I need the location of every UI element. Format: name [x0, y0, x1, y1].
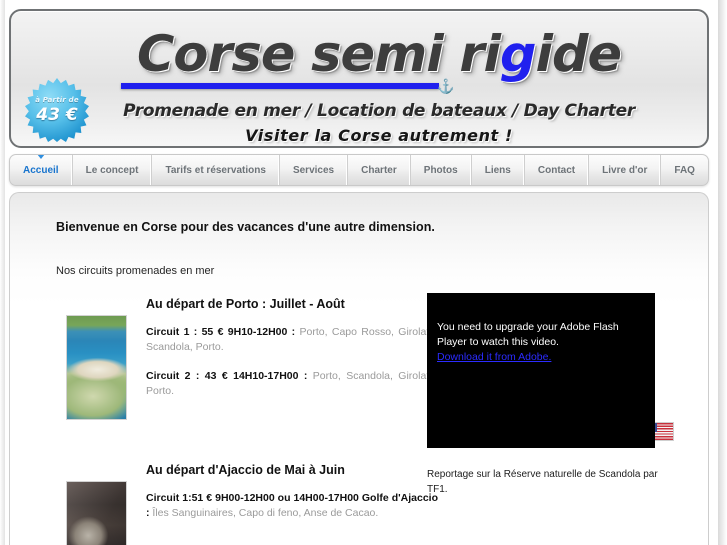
flash-upgrade-message: You need to upgrade your Adobe Flash Pla… [437, 320, 637, 365]
badge-top-label: à Partir de [35, 96, 79, 104]
nav-item-label: Livre d'or [602, 164, 648, 176]
nav-item-livre-dor[interactable]: Livre d'or [589, 155, 662, 185]
active-tab-pointer-icon [36, 155, 45, 159]
nav-item-photos[interactable]: Photos [411, 155, 472, 185]
page-gutter-left [0, 0, 5, 545]
nav-item-label: Contact [537, 164, 576, 176]
logo-text-before: Corse semi ri [136, 25, 501, 83]
header-tagline-secondary: Visiter la Corse autrement ! [245, 126, 513, 145]
logo-text-accent: g [499, 25, 537, 83]
header-tagline-primary: Promenade en mer / Location de bateaux /… [123, 101, 635, 121]
page-root: à Partir de 43 € Corse semi rigide ⚓ Pro… [0, 0, 727, 545]
video-caption: Reportage sur la Réserve naturelle de Sc… [427, 469, 658, 495]
circuit-line-bold: Circuit 2 : 43 € 14H10-17H00 : [146, 370, 308, 382]
section-subtitle: Nos circuits promenades en mer [56, 265, 215, 277]
flash-video-player[interactable]: You need to upgrade your Adobe Flash Pla… [427, 293, 655, 448]
nav-item-tarifs-reservations[interactable]: Tarifs et réservations [152, 155, 280, 185]
main-navigation: Accueil Le concept Tarifs et réservation… [9, 154, 709, 186]
nav-item-label: FAQ [674, 164, 695, 176]
circuit-line: Circuit 1 : 55 € 9H10-12H00 : Porto, Cap… [146, 325, 438, 355]
content-panel: Bienvenue en Corse pour des vacances d'u… [9, 192, 709, 545]
circuit-line-rest: Îles Sanguinaires, Capo di feno, Anse de… [149, 507, 379, 519]
nav-item-faq[interactable]: FAQ [661, 155, 708, 185]
circuit-line: Circuit 1:51 € 9H00-12H00 ou 14H00-17H00… [146, 491, 438, 521]
nav-item-label: Liens [484, 164, 511, 176]
download-flash-link[interactable]: Download it from Adobe. [437, 350, 551, 365]
nav-item-label: Tarifs et réservations [165, 164, 266, 176]
site-header: à Partir de 43 € Corse semi rigide ⚓ Pro… [9, 9, 709, 148]
price-badge: à Partir de 43 € [25, 78, 89, 142]
logo-text: Corse semi rigide [93, 23, 664, 85]
nav-item-le-concept[interactable]: Le concept [73, 155, 153, 185]
nav-item-label: Accueil [23, 164, 59, 176]
circuit-title: Au départ d'Ajaccio de Mai à Juin [146, 463, 345, 477]
anchor-icon: ⚓ [437, 78, 455, 94]
nav-item-label: Charter [361, 164, 397, 176]
thumbnail-image [67, 482, 126, 545]
circuit-line-bold: Circuit 1 : 55 € 9H10-12H00 : [146, 326, 296, 338]
nav-item-label: Photos [423, 164, 458, 176]
circuit-thumbnail-ajaccio[interactable] [66, 481, 127, 545]
logo-underline-bar [121, 83, 439, 89]
nav-item-liens[interactable]: Liens [472, 155, 525, 185]
page-gutter-right [718, 0, 727, 545]
nav-item-accueil[interactable]: Accueil [10, 155, 73, 185]
nav-item-contact[interactable]: Contact [525, 155, 590, 185]
badge-price-label: 43 € [36, 105, 78, 125]
circuit-line: Circuit 2 : 43 € 14H10-17H00 : Porto, Sc… [146, 369, 438, 399]
nav-item-services[interactable]: Services [280, 155, 349, 185]
circuit-thumbnail-porto[interactable] [66, 315, 127, 420]
nav-item-charter[interactable]: Charter [348, 155, 411, 185]
nav-item-label: Le concept [85, 164, 139, 176]
page-title: Bienvenue en Corse pour des vacances d'u… [56, 220, 435, 234]
logo-text-after: ide [535, 25, 622, 83]
thumbnail-image [67, 316, 126, 419]
site-logo: Corse semi rigide ⚓ [99, 25, 659, 94]
flash-message-text: You need to upgrade your Adobe Flash Pla… [437, 321, 619, 348]
circuit-title: Au départ de Porto : Juillet - Août [146, 297, 345, 311]
nav-item-label: Services [292, 164, 335, 176]
